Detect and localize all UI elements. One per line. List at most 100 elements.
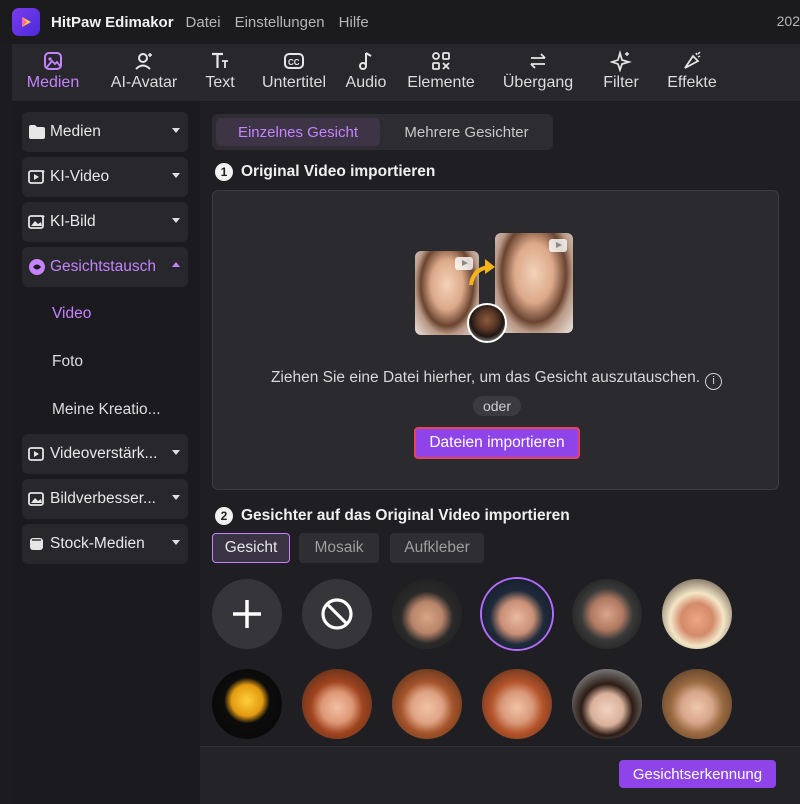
prohibited-icon	[321, 598, 353, 630]
avatar-icon	[135, 53, 152, 70]
sidebar-item-video-enhance[interactable]: Videoverstärk...	[22, 434, 188, 474]
info-icon[interactable]: i	[705, 372, 723, 390]
chevron-down-icon	[172, 173, 180, 178]
toolbar-elements[interactable]: Elemente	[390, 44, 492, 101]
stock-icon	[28, 535, 46, 553]
step-number: 1	[215, 163, 233, 181]
image-enhance-icon	[28, 490, 46, 508]
toolbar-text[interactable]: Text	[194, 44, 246, 101]
media-icon	[44, 52, 62, 70]
ai-video-icon	[28, 168, 46, 186]
swap-arrow-icon	[469, 259, 495, 286]
face-preset-1[interactable]	[392, 579, 462, 649]
elements-icon	[432, 52, 450, 70]
sidebar-item-label: KI-Video	[50, 168, 110, 185]
step-2-heading: 2 Gesichter auf das Original Video impor…	[215, 507, 570, 525]
sidebar-subitem-video[interactable]: Video	[52, 305, 91, 323]
sidebar-item-media[interactable]: Medien	[22, 112, 188, 152]
toolbar-label: Effekte	[667, 74, 717, 91]
tab-mosaic[interactable]: Mosaik	[299, 533, 379, 563]
chevron-down-icon	[172, 540, 180, 545]
tab-single-face[interactable]: Einzelnes Gesicht	[216, 118, 380, 146]
face-swap-panel: Einzelnes Gesicht Mehrere Gesichter 1 Or…	[200, 102, 800, 804]
app-title: HitPaw Edimakor	[51, 13, 174, 31]
plus-icon	[233, 600, 261, 628]
swapped-video-thumbnail	[495, 233, 573, 333]
ai-image-icon	[28, 213, 46, 231]
title-bar: HitPaw Edimakor Datei Einstellungen Hilf…	[0, 0, 800, 44]
sidebar-subitem-photo[interactable]: Foto	[52, 353, 83, 371]
add-face-button[interactable]	[212, 579, 282, 649]
tab-face[interactable]: Gesicht	[212, 533, 290, 563]
chevron-down-icon	[172, 218, 180, 223]
sidebar-item-label: Bildverbesser...	[50, 490, 156, 507]
toolbar-subtitle[interactable]: CC Untertitel	[246, 44, 342, 101]
effects-icon	[684, 51, 701, 69]
chevron-down-icon	[172, 128, 180, 133]
text-icon	[212, 52, 228, 68]
face-preset-5[interactable]	[212, 669, 282, 739]
toolbar-label: AI-Avatar	[110, 74, 178, 91]
tab-multiple-faces[interactable]: Mehrere Gesichter	[384, 118, 549, 146]
video-enhance-icon	[28, 445, 46, 463]
sidebar-item-label: Medien	[50, 123, 101, 140]
face-preset-10[interactable]	[662, 669, 732, 739]
face-preset-8[interactable]	[482, 669, 552, 739]
play-icon	[549, 239, 567, 252]
sidebar-item-label: Gesichtstausch	[50, 258, 156, 275]
toolbar-effects[interactable]: Effekte	[658, 44, 726, 101]
step-title: Original Video importieren	[241, 163, 436, 180]
face-preset-7[interactable]	[392, 669, 462, 739]
year-text: 202	[776, 13, 800, 29]
toolbar-label: Audio	[345, 74, 387, 91]
no-face-button[interactable]	[302, 579, 372, 649]
toolbar-label: Medien	[26, 74, 80, 91]
face-preset-4[interactable]	[662, 579, 732, 649]
svg-text:CC: CC	[288, 58, 300, 67]
bottom-action-bar: Gesichtserkennung	[200, 746, 800, 804]
face-preset-6[interactable]	[302, 669, 372, 739]
subtitle-icon: CC	[284, 53, 304, 69]
toolbar-label: Übergang	[502, 74, 574, 91]
face-preset-2[interactable]	[482, 579, 552, 649]
face-preset-3[interactable]	[572, 579, 642, 649]
import-files-button[interactable]: Dateien importieren	[414, 427, 580, 459]
source-face-avatar	[467, 303, 507, 343]
sidebar-item-face-swap[interactable]: Gesichtstausch	[22, 247, 188, 287]
face-detection-button[interactable]: Gesichtserkennung	[619, 760, 776, 788]
or-separator: oder	[473, 396, 521, 416]
music-note-icon	[359, 52, 372, 70]
chevron-down-icon	[172, 450, 180, 455]
face-mode-tabs: Einzelnes Gesicht Mehrere Gesichter	[212, 114, 553, 150]
sidebar: Medien KI-Video KI-Bild Gesichtstausch V…	[12, 102, 200, 804]
toolbar-label: Text	[205, 74, 235, 91]
video-drop-zone[interactable]: Ziehen Sie eine Datei hierher, um das Ge…	[212, 190, 779, 490]
step-title: Gesichter auf das Original Video importi…	[241, 507, 570, 524]
folder-icon	[28, 123, 46, 141]
toolbar-audio[interactable]: Audio	[342, 44, 390, 101]
chevron-down-icon	[172, 495, 180, 500]
sidebar-item-label: Videoverstärk...	[50, 445, 158, 462]
sidebar-item-label: Stock-Medien	[50, 535, 145, 552]
toolbar-media[interactable]: Medien	[12, 44, 94, 101]
toolbar-ai-avatar[interactable]: AI-Avatar	[94, 44, 194, 101]
sparkle-icon	[610, 50, 632, 72]
drop-instruction-text: Ziehen Sie eine Datei hierher, um das Ge…	[270, 369, 701, 386]
sidebar-item-ai-image[interactable]: KI-Bild	[22, 202, 188, 242]
menu-einstellungen[interactable]: Einstellungen	[235, 14, 325, 31]
sidebar-subitem-my-creations[interactable]: Meine Kreatio...	[52, 401, 161, 419]
menu-datei[interactable]: Datei	[186, 14, 221, 31]
sidebar-item-image-enhance[interactable]: Bildverbesser...	[22, 479, 188, 519]
transition-icon	[530, 53, 546, 69]
toolbar-transition[interactable]: Übergang	[492, 44, 584, 101]
app-logo-icon	[12, 8, 40, 36]
menu-hilfe[interactable]: Hilfe	[339, 14, 369, 31]
tab-sticker[interactable]: Aufkleber	[390, 533, 484, 563]
step-1-heading: 1 Original Video importieren	[215, 163, 435, 181]
toolbar-filter[interactable]: Filter	[584, 44, 658, 101]
face-preset-9[interactable]	[572, 669, 642, 739]
toolbar-label: Untertitel	[261, 74, 327, 91]
sidebar-item-stock-media[interactable]: Stock-Medien	[22, 524, 188, 564]
sidebar-item-ai-video[interactable]: KI-Video	[22, 157, 188, 197]
toolbar-label: Elemente	[407, 74, 475, 91]
